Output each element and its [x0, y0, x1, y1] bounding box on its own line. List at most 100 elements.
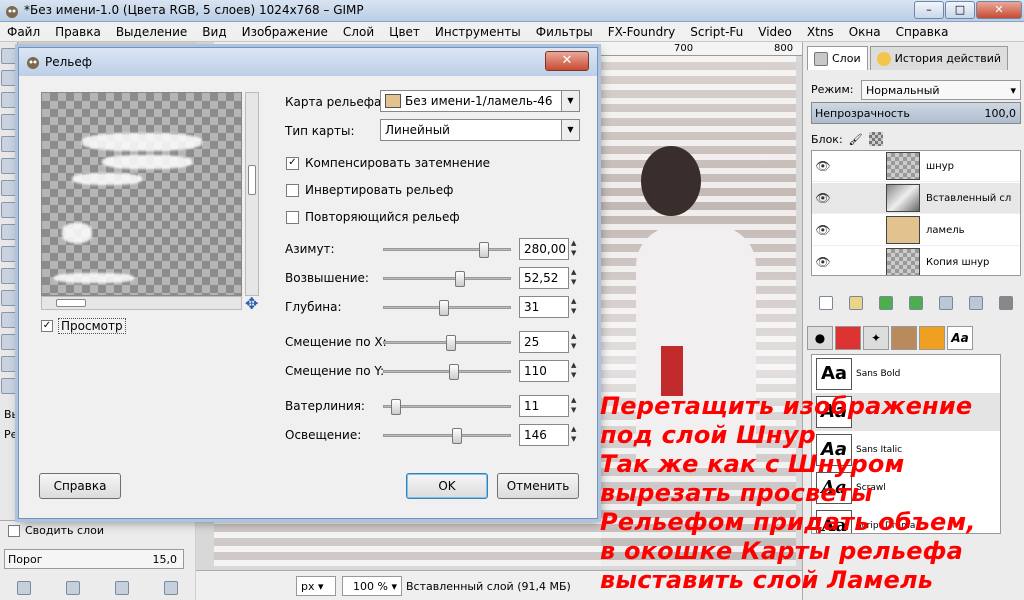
slider-track[interactable] — [383, 300, 511, 316]
scrollbar-thumb[interactable] — [248, 165, 256, 195]
reset-options-icon[interactable] — [163, 581, 178, 595]
slider-value-field[interactable]: 52,52 — [519, 267, 569, 289]
layer-row[interactable]: 👁 шнур — [812, 151, 1020, 182]
tool-icon[interactable] — [1, 378, 17, 394]
menu-script-fu[interactable]: Script-Fu — [683, 22, 751, 41]
tool-icon[interactable] — [1, 246, 17, 262]
slider-handle[interactable] — [454, 271, 465, 287]
spin-arrows-icon[interactable]: ▲ ▼ — [571, 360, 581, 382]
minimize-button[interactable]: – — [914, 1, 944, 19]
menu-help[interactable]: Справка — [889, 22, 957, 41]
slider-value-field[interactable]: 31 — [519, 296, 569, 318]
tile-checkbox[interactable] — [286, 210, 299, 224]
zoom-select[interactable]: 100 % ▾ — [342, 576, 402, 596]
spin-arrows-icon[interactable]: ▲ ▼ — [571, 395, 581, 417]
tool-icon[interactable] — [1, 48, 17, 64]
tool-icon[interactable] — [1, 180, 17, 196]
tool-icon[interactable] — [1, 356, 17, 372]
new-group-icon[interactable] — [849, 296, 863, 310]
menu-select[interactable]: Выделение — [109, 22, 195, 41]
tool-icon[interactable] — [1, 268, 17, 284]
mode-select[interactable]: Нормальный ▾ — [861, 80, 1021, 100]
eye-icon[interactable]: 👁 — [812, 191, 834, 205]
spin-arrows-icon[interactable]: ▲ ▼ — [571, 331, 581, 353]
preview-area[interactable] — [41, 92, 242, 296]
compensate-checkbox[interactable]: ✓ — [286, 156, 299, 170]
slider-track[interactable] — [383, 242, 511, 258]
slider-value-field[interactable]: 11 — [519, 395, 569, 417]
cancel-button[interactable]: Отменить — [497, 473, 579, 499]
spin-arrows-icon[interactable]: ▲ ▼ — [571, 267, 581, 289]
preview-vertical-scrollbar[interactable] — [245, 92, 259, 296]
tab-brushes[interactable]: ● — [807, 326, 833, 350]
tool-icon[interactable] — [1, 114, 17, 130]
slider-handle[interactable] — [390, 399, 401, 415]
duplicate-layer-icon[interactable] — [939, 296, 953, 310]
slider-track[interactable] — [383, 399, 511, 415]
invert-checkbox[interactable] — [286, 183, 299, 197]
preview-checkbox[interactable]: ✓ — [41, 320, 53, 332]
menu-color[interactable]: Цвет — [382, 22, 428, 41]
anchor-layer-icon[interactable] — [969, 296, 983, 310]
opacity-slider[interactable]: Непрозрачность 100,0 — [811, 102, 1021, 124]
tool-icon[interactable] — [1, 70, 17, 86]
layer-row[interactable]: 👁 Копия шнур — [812, 247, 1020, 275]
alpha-lock-icon[interactable] — [868, 132, 883, 146]
tab-history[interactable]: История действий — [869, 46, 1009, 70]
new-layer-icon[interactable] — [819, 296, 833, 310]
unit-select[interactable]: px ▾ — [296, 576, 336, 596]
slider-handle[interactable] — [451, 428, 462, 444]
tab-patterns[interactable] — [835, 326, 861, 350]
slider-value-field[interactable]: 110 — [519, 360, 569, 382]
image-canvas-lower[interactable] — [214, 512, 601, 566]
menu-tools[interactable]: Инструменты — [428, 22, 529, 41]
menu-file[interactable]: Файл — [0, 22, 48, 41]
menu-edit[interactable]: Правка — [48, 22, 109, 41]
close-button[interactable]: ✕ — [976, 1, 1022, 19]
tool-icon[interactable] — [1, 290, 17, 306]
threshold-spin[interactable]: Порог 15,0 — [4, 549, 184, 569]
slider-track[interactable] — [383, 271, 511, 287]
menu-image[interactable]: Изображение — [235, 22, 336, 41]
menu-layer[interactable]: Слой — [336, 22, 382, 41]
tool-icon[interactable] — [1, 224, 17, 240]
compensate-option[interactable]: ✓ Компенсировать затемнение — [286, 156, 490, 170]
preview-horizontal-scrollbar[interactable] — [41, 296, 242, 310]
font-row[interactable]: Aa Sans Bold — [812, 355, 1000, 393]
spin-arrows-icon[interactable]: ▲ ▼ — [571, 238, 581, 260]
slider-handle[interactable] — [478, 242, 489, 258]
slider-handle[interactable] — [445, 335, 456, 351]
menu-video[interactable]: Video — [751, 22, 800, 41]
invert-option[interactable]: Инвертировать рельеф — [286, 183, 453, 197]
tab-layers[interactable]: Слои — [807, 46, 868, 70]
slider-track[interactable] — [383, 364, 511, 380]
navigate-icon[interactable]: ✥ — [245, 294, 258, 313]
tool-icon[interactable] — [1, 92, 17, 108]
scrollbar-thumb[interactable] — [56, 299, 86, 307]
bump-map-select[interactable]: Без имени-1/ламель-46 ▼ — [380, 90, 580, 112]
lower-layer-icon[interactable] — [909, 296, 923, 310]
tool-icon[interactable] — [1, 334, 17, 350]
tile-option[interactable]: Повторяющийся рельеф — [286, 210, 460, 224]
tool-icon[interactable] — [1, 136, 17, 152]
raise-layer-icon[interactable] — [879, 296, 893, 310]
menu-fx-foundry[interactable]: FX-Foundry — [601, 22, 684, 41]
tab-dynamics[interactable]: ✦ — [863, 326, 889, 350]
tab-palettes[interactable] — [919, 326, 945, 350]
slider-handle[interactable] — [439, 300, 450, 316]
tool-icon[interactable] — [1, 202, 17, 218]
save-options-icon[interactable] — [17, 581, 32, 595]
brush-icon[interactable]: 🖌 — [849, 133, 863, 146]
help-button[interactable]: Справка — [39, 473, 121, 499]
layer-row[interactable]: 👁 Вставленный сл — [812, 183, 1020, 214]
slider-value-field[interactable]: 146 — [519, 424, 569, 446]
slider-handle[interactable] — [449, 364, 460, 380]
slider-track[interactable] — [383, 428, 511, 444]
menu-xtns[interactable]: Xtns — [800, 22, 842, 41]
ok-button[interactable]: OK — [406, 473, 488, 499]
maximize-button[interactable]: □ — [945, 1, 975, 19]
layer-row[interactable]: 👁 ламель — [812, 215, 1020, 246]
delete-layer-icon[interactable] — [999, 296, 1013, 310]
restore-options-icon[interactable] — [66, 581, 81, 595]
delete-options-icon[interactable] — [114, 581, 129, 595]
